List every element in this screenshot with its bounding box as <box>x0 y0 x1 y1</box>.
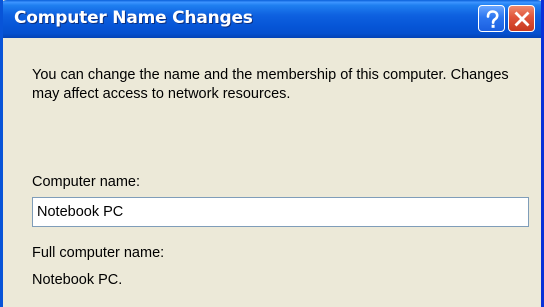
window-title: Computer Name Changes <box>14 8 253 28</box>
close-button[interactable] <box>508 5 535 32</box>
help-button[interactable] <box>478 5 505 32</box>
description-text: You can change the name and the membersh… <box>32 67 509 102</box>
dialog-content: You can change the name and the membersh… <box>3 38 541 307</box>
full-computer-name-value: Notebook PC. <box>32 272 123 288</box>
title-bar[interactable]: Computer Name Changes <box>3 0 541 38</box>
full-computer-name-label: Full computer name: <box>32 245 165 261</box>
dialog-window: Computer Name Changes You can change the… <box>0 0 544 307</box>
computer-name-input[interactable] <box>32 197 529 227</box>
computer-name-label: Computer name: <box>32 174 140 190</box>
